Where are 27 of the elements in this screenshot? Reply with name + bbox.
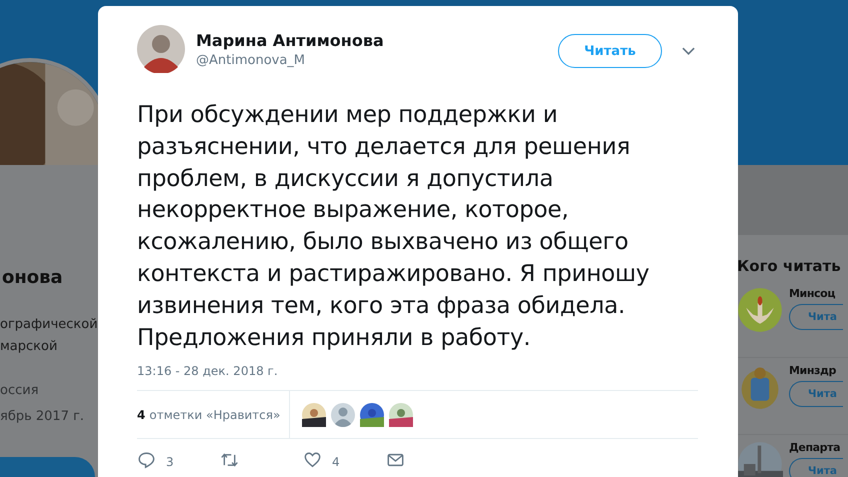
heart-icon[interactable] [303,451,322,470]
tweet-timestamp[interactable]: 13:16 - 28 дек. 2018 г. [137,364,698,392]
account-name: Минсоц [789,287,836,300]
profile-bio: марской [0,338,58,356]
profile-bio: ографической [0,316,98,334]
retweet-icon[interactable] [220,451,239,470]
author-handle: @Antimonova_M [196,52,306,68]
follow-button[interactable]: Читать [558,34,662,68]
action-count: 3 [166,455,174,470]
account-name: Департа [789,441,842,454]
action-count: 4 [332,455,340,470]
follow-button[interactable]: Чита [789,304,843,330]
chevron-down-icon[interactable] [682,47,695,55]
follow-button[interactable]: Чита [789,381,843,407]
author-name: Марина Антимонова [196,30,385,50]
reply-icon[interactable] [137,451,156,470]
follow-button[interactable]: Чита [789,458,843,477]
suggestions-title: Кого читать [737,257,842,275]
likes-label: отметки «Нравится» [149,408,280,422]
profile-joined-date: ябрь 2017 г. [0,408,86,426]
avatar-icon [137,25,185,73]
account-name: Минздр [789,364,838,377]
default-avatar-icon[interactable] [331,402,355,427]
tweet-text: При обсуждении мер поддержки и разъяснении, что делается для решения проблем, в дискуссии я допустила некорректное выражение, которое, ксожалению, было выхвачено из общего контекста и растиражировано. Я приношу извинения тем, кого эта фраза обидела. Предложения приняли в работу. [137,101,650,353]
likes-count: 4 [137,408,146,422]
profile-location: оссия [0,382,40,400]
profile-name: онова [2,267,64,288]
